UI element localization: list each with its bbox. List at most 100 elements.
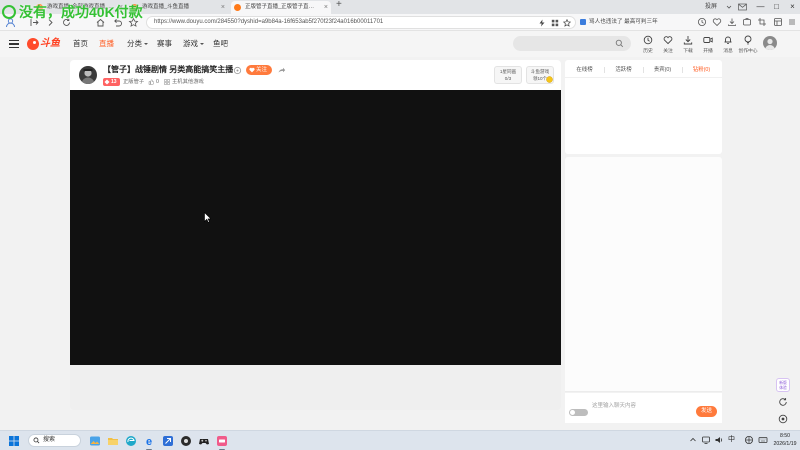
- download-icon[interactable]: [727, 17, 737, 27]
- coin-icon: [546, 76, 553, 83]
- history-icon[interactable]: [697, 17, 707, 27]
- rank-panel: 在线榜 活跃榜 贵宾(0) 钻粉(0): [565, 60, 722, 154]
- news-suggestion[interactable]: 骂人也违法了 最高可判三年: [580, 17, 692, 28]
- category-grid-icon: [164, 79, 170, 85]
- keyboard-icon[interactable]: [758, 435, 768, 445]
- follow-button[interactable]: 关注: [246, 65, 272, 75]
- chat-messages[interactable]: [565, 157, 722, 392]
- tab-vip[interactable]: 贵宾(0): [643, 64, 682, 76]
- nav-games-label: 游戏: [183, 39, 198, 48]
- tab-online-rank[interactable]: 在线榜: [565, 64, 604, 76]
- nav-category[interactable]: 分类: [127, 39, 148, 49]
- nav-fishbar[interactable]: 鱼吧: [213, 39, 228, 49]
- heart-icon: [249, 67, 255, 73]
- edge-icon[interactable]: [125, 435, 137, 447]
- taskbar-search[interactable]: 搜索: [28, 434, 81, 447]
- refresh-icon[interactable]: [233, 66, 242, 75]
- chevron-down-icon[interactable]: [726, 4, 732, 10]
- screenshot-icon[interactable]: [757, 17, 767, 27]
- cast-button[interactable]: 投屏: [705, 0, 717, 14]
- nav-games[interactable]: 游戏: [183, 39, 204, 49]
- nav-events[interactable]: 赛事: [157, 39, 172, 49]
- streamer-name[interactable]: 正版管子: [123, 78, 144, 86]
- game-reward-box[interactable]: 斗鱼游戏 领10个: [526, 66, 554, 84]
- photos-icon[interactable]: [89, 435, 101, 447]
- nav-live[interactable]: 直播: [99, 39, 114, 49]
- douyu-logo[interactable]: 斗鱼: [27, 37, 63, 51]
- browser-menu-icon[interactable]: [787, 17, 797, 27]
- clock-date: 2026/1/19: [773, 441, 797, 447]
- send-button[interactable]: 发送: [696, 406, 717, 417]
- pink-app-icon[interactable]: [216, 435, 228, 450]
- network-icon[interactable]: [701, 435, 711, 445]
- nav-home[interactable]: 首页: [73, 39, 88, 49]
- side-panel: 在线榜 活跃榜 贵宾(0) 钻粉(0) 发送: [565, 60, 722, 423]
- target-icon[interactable]: [778, 414, 788, 424]
- grid-icon[interactable]: [551, 19, 559, 27]
- history-refresh-icon[interactable]: [778, 397, 788, 407]
- ime-settings-icon[interactable]: [744, 435, 754, 445]
- watermark-text: 没有，成功40K付款: [19, 4, 143, 20]
- anchor-level-badge: 13: [103, 78, 120, 86]
- task-title: 1星同画: [499, 69, 517, 74]
- user-avatar[interactable]: [763, 36, 777, 50]
- creator-center-button[interactable]: 创作中心: [736, 34, 760, 56]
- close-tab-icon[interactable]: ×: [221, 1, 225, 14]
- maximize-button[interactable]: □: [769, 0, 784, 14]
- apps-icon[interactable]: [773, 17, 783, 27]
- like-count: 0: [156, 79, 159, 85]
- ie-icon[interactable]: e: [143, 435, 155, 450]
- task-box[interactable]: 1星同画 0/3: [494, 66, 522, 84]
- svg-text:e: e: [146, 436, 152, 447]
- site-search-input[interactable]: [513, 36, 631, 51]
- news-icon: [580, 18, 586, 25]
- tab-label: 游戏直播_斗鱼直播: [142, 4, 190, 10]
- search-icon: [33, 437, 40, 444]
- level-diamond-icon: [104, 79, 110, 85]
- speaker-icon[interactable]: [714, 435, 724, 445]
- extension-icon[interactable]: [742, 17, 752, 27]
- close-tab-icon[interactable]: ×: [324, 1, 328, 14]
- bell-icon: [723, 35, 733, 45]
- browser-tab[interactable]: 游戏直播_斗鱼直播 ×: [128, 1, 228, 14]
- danmaku-toggle[interactable]: [569, 409, 588, 416]
- chevron-down-icon: [144, 43, 148, 46]
- chevron-down-icon: [200, 43, 204, 46]
- share-icon[interactable]: [277, 66, 286, 75]
- file-explorer-icon[interactable]: [107, 435, 119, 447]
- like-icon: [148, 79, 154, 85]
- tab-diamond-fans[interactable]: 钻粉(0): [682, 64, 721, 76]
- search-icon[interactable]: [615, 39, 624, 48]
- favorite-star-icon[interactable]: [563, 18, 571, 27]
- blue-app-icon[interactable]: [162, 435, 174, 447]
- video-player[interactable]: [70, 90, 561, 365]
- tab-active-rank[interactable]: 活跃榜: [604, 64, 643, 76]
- room-category[interactable]: 主机其他游戏: [172, 78, 204, 86]
- system-clock[interactable]: 8:50 2026/1/19: [772, 432, 798, 448]
- menu-icon[interactable]: [9, 40, 19, 48]
- favorites-icon[interactable]: [712, 17, 722, 27]
- mail-icon[interactable]: [738, 3, 747, 11]
- minimize-button[interactable]: —: [753, 0, 768, 14]
- close-window-button[interactable]: ×: [785, 0, 800, 14]
- chat-input[interactable]: [592, 400, 692, 412]
- logo-text: 斗鱼: [40, 38, 60, 49]
- clock-time: 8:50: [779, 433, 791, 439]
- tab-underline: [565, 77, 722, 78]
- badge-line: 体验: [779, 385, 787, 390]
- anchor-level: 13: [111, 79, 117, 85]
- room-header: 【管子】战锤剧情 另类高能搞笑主播 关注 13 正版管子 0 主机其他游戏 1星…: [70, 60, 561, 90]
- ime-indicator[interactable]: 中: [728, 434, 735, 446]
- follow-label: 关注: [256, 67, 268, 73]
- url-field[interactable]: https://www.douyu.com/284550?dyshid=a9b8…: [146, 16, 576, 29]
- dark-app-icon[interactable]: [180, 435, 192, 447]
- chevron-up-icon[interactable]: [689, 435, 697, 445]
- controller-app-icon[interactable]: [198, 435, 210, 447]
- new-version-badge[interactable]: 新版 体验: [776, 378, 790, 392]
- anchor-avatar[interactable]: [79, 66, 97, 84]
- fish-logo-icon: [27, 38, 39, 50]
- lightning-icon[interactable]: [538, 19, 546, 27]
- windows-start-icon[interactable]: [9, 436, 19, 446]
- browser-tab-active[interactable]: 正版管子直播_正版管子直播_正版管子 ×: [231, 1, 331, 14]
- new-tab-button[interactable]: +: [336, 0, 342, 10]
